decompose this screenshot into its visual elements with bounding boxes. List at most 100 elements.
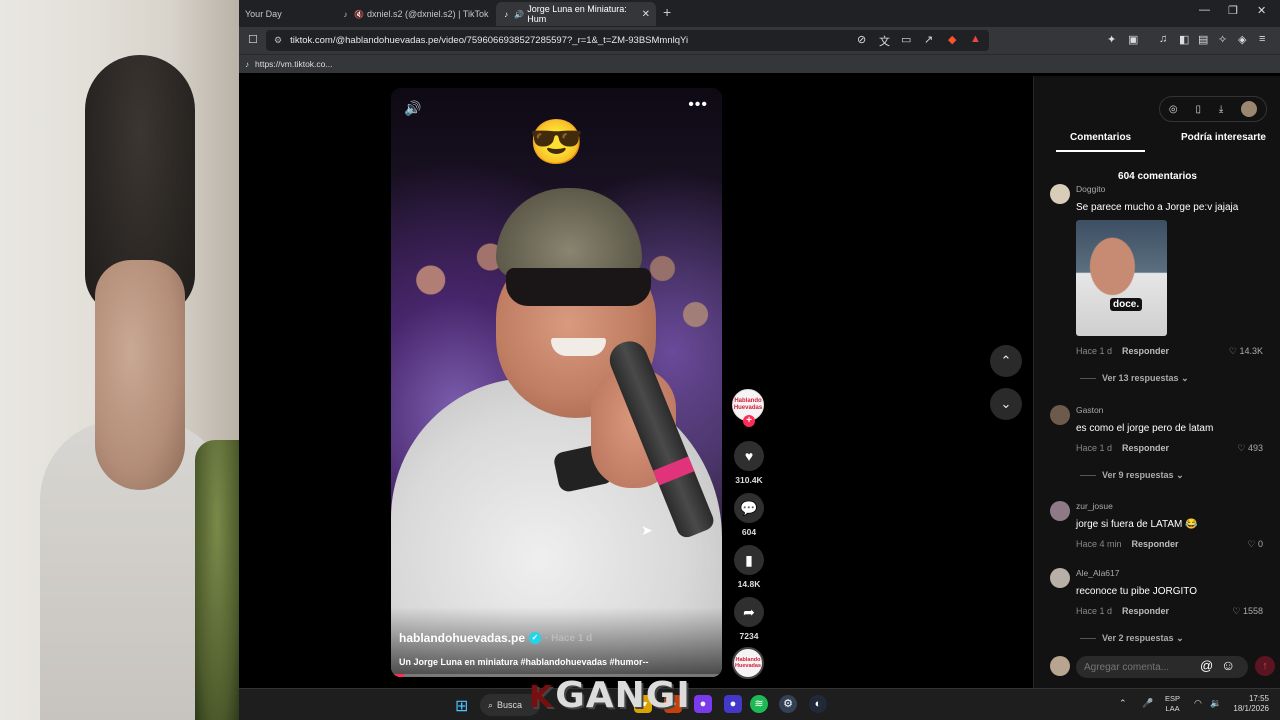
menu-icon[interactable]: ≡ xyxy=(1259,33,1265,45)
more-options-icon[interactable]: ••• xyxy=(688,96,708,114)
reply-button[interactable]: Responder xyxy=(1122,346,1169,356)
avatar[interactable] xyxy=(1050,184,1070,204)
translate-icon[interactable]: 文 xyxy=(879,33,890,49)
cast-icon[interactable]: ▭ xyxy=(901,33,911,46)
comment-user[interactable]: Ale_Ala617 xyxy=(1076,568,1119,578)
share-icon[interactable]: ↗ xyxy=(924,33,933,46)
comment-icon[interactable]: 💬 xyxy=(734,493,764,523)
lang-bottom: LAA xyxy=(1165,704,1180,713)
new-tab-button[interactable]: + xyxy=(663,4,671,20)
comment-user[interactable]: Doggito xyxy=(1076,184,1105,194)
lang-top: ESP xyxy=(1165,694,1181,703)
maximize-icon[interactable]: ❐ xyxy=(1228,4,1238,17)
panel-toolbar: ◎ ▯ ⤓ xyxy=(1159,96,1267,122)
music-disc-text: Hablando Huevadas xyxy=(735,657,761,669)
site-settings-icon[interactable]: ⚙ xyxy=(274,35,282,46)
avatar[interactable] xyxy=(1050,568,1070,588)
video-description[interactable]: Un Jorge Luna en miniatura #hablandohuev… xyxy=(399,657,649,667)
bookmark-link[interactable]: https://vm.tiktok.co... xyxy=(255,59,332,69)
view-replies-button[interactable]: Ver 9 respuestas ⌄ xyxy=(1080,470,1184,481)
next-video-button[interactable]: ⌄ xyxy=(990,388,1022,420)
share-arrow-icon[interactable]: ➦ xyxy=(734,597,764,627)
mute-icon[interactable]: 🔇 xyxy=(354,10,364,19)
tab-label: dxniel.s2 (@dxniel.s2) | TikTok xyxy=(367,9,489,19)
heart-icon[interactable]: ♥ xyxy=(734,441,764,471)
send-button[interactable]: ↑ xyxy=(1255,656,1275,676)
like-action[interactable]: ♥ 310.4K xyxy=(732,441,766,485)
app-icon[interactable]: ● xyxy=(724,695,742,713)
share-count: 7234 xyxy=(739,631,759,641)
bookmark-icon[interactable]: ☐ xyxy=(248,33,258,46)
comment-action[interactable]: 💬 604 xyxy=(732,493,766,537)
reply-button[interactable]: Responder xyxy=(1122,443,1169,453)
save-action[interactable]: ▮ 14.8K xyxy=(732,545,766,589)
app-icon[interactable]: ◐ xyxy=(809,695,827,713)
brave-rewards-icon[interactable]: ▲ xyxy=(970,33,981,45)
leo-ai-icon[interactable]: ✧ xyxy=(1218,33,1227,46)
reply-button[interactable]: Responder xyxy=(1132,539,1179,549)
minimize-icon[interactable]: — xyxy=(1199,4,1210,16)
vpn-icon[interactable]: ◈ xyxy=(1238,33,1246,46)
volume-icon[interactable]: 🔊 xyxy=(404,100,421,117)
media-icon[interactable]: ♫ xyxy=(1159,33,1167,45)
microphone-icon[interactable]: 🎤 xyxy=(1142,698,1153,709)
follow-plus-icon[interactable]: + xyxy=(743,415,755,427)
tab-your-day[interactable]: Your Day xyxy=(239,2,334,26)
comment-text: jorge si fuera de LATAM 😂 xyxy=(1076,519,1198,530)
spotify-icon[interactable]: ≋ xyxy=(750,695,768,713)
bookmark-save-icon[interactable]: ▮ xyxy=(734,545,764,575)
speaker-icon[interactable]: 🔊 xyxy=(514,10,524,19)
volume-tray-icon[interactable]: 🔉 xyxy=(1210,698,1221,709)
phone-icon[interactable]: ▯ xyxy=(1195,104,1201,115)
wallet-icon[interactable]: ▤ xyxy=(1198,33,1208,46)
view-replies-button[interactable]: Ver 13 respuestas ⌄ xyxy=(1080,373,1189,384)
sidebar-icon[interactable]: ◧ xyxy=(1179,33,1189,46)
comment-like[interactable]: ♡ 14.3K xyxy=(1229,346,1263,357)
window-close-icon[interactable]: ✕ xyxy=(1257,4,1266,17)
tab-podria-interesarte[interactable]: Podría interesarte xyxy=(1181,132,1266,152)
comments-panel: ◎ ▯ ⤓ Comentarios Podría interesarte 604… xyxy=(1033,76,1280,688)
language-indicator[interactable]: ESP LAA xyxy=(1165,694,1180,714)
author-name[interactable]: hablandohuevadas.pe xyxy=(399,631,525,645)
tab-jorge-luna[interactable]: ♪ 🔊 Jorge Luna en Miniatura: Hum ✕ xyxy=(496,2,656,26)
mention-icon[interactable]: @ xyxy=(1200,658,1213,673)
profile-avatar[interactable] xyxy=(1241,101,1258,117)
music-disc-icon[interactable]: Hablando Huevadas xyxy=(732,647,764,679)
screenshot-icon[interactable]: ▣ xyxy=(1128,33,1138,46)
search-icon: ⌕ xyxy=(488,699,494,710)
close-icon[interactable]: ✕ xyxy=(642,9,650,20)
reply-button[interactable]: Responder xyxy=(1122,606,1169,616)
no-tracking-icon[interactable]: ⊘ xyxy=(857,33,866,46)
previous-video-button[interactable]: ⌃ xyxy=(990,345,1022,377)
tab-dxniel[interactable]: ♪ 🔇 dxniel.s2 (@dxniel.s2) | TikTok xyxy=(335,2,495,26)
download-icon[interactable]: ⤓ xyxy=(1219,104,1223,115)
search-label: Busca xyxy=(497,700,523,710)
app-icon[interactable]: ● xyxy=(694,695,712,713)
comment-image[interactable]: doce. xyxy=(1076,220,1167,336)
video-player[interactable]: 😎 🔊 ••• hablandohuevadas.pe ✓ · Hace 1 d… xyxy=(391,88,722,677)
brave-shield-icon[interactable]: ◆ xyxy=(948,33,956,46)
tab-comentarios[interactable]: Comentarios xyxy=(1056,132,1146,152)
comment-user[interactable]: zur_josue xyxy=(1076,501,1113,511)
view-replies-button[interactable]: Ver 2 respuestas ⌄ xyxy=(1080,633,1184,644)
extensions-icon[interactable]: ✦ xyxy=(1107,33,1116,46)
url-text: tiktok.com/@hablandohuevadas.pe/video/75… xyxy=(290,35,689,46)
comment-like[interactable]: ♡ 0 xyxy=(1247,539,1263,550)
settings-gear-icon[interactable]: ⚙ xyxy=(779,695,797,713)
compass-icon[interactable]: ◎ xyxy=(1169,104,1178,115)
tab-label: Your Day xyxy=(245,9,282,19)
windows-start-icon[interactable]: ⊞ xyxy=(455,696,468,716)
heart-outline-icon: ♡ xyxy=(1237,443,1246,453)
avatar[interactable] xyxy=(1050,501,1070,521)
comment-text: Se parece mucho a Jorge pe:v jajaja xyxy=(1076,202,1239,213)
comment-like[interactable]: ♡ 493 xyxy=(1237,443,1263,454)
creator-avatar[interactable]: Hablando Huevadas + xyxy=(732,389,764,427)
wifi-icon[interactable]: ◠ xyxy=(1194,698,1202,709)
avatar[interactable] xyxy=(1050,405,1070,425)
comment-user[interactable]: Gaston xyxy=(1076,405,1103,415)
chevron-up-icon[interactable]: ⌃ xyxy=(1119,698,1127,709)
share-action[interactable]: ➦ 7234 xyxy=(732,597,766,641)
clock[interactable]: 17:55 18/1/2026 xyxy=(1227,694,1269,714)
comment-like[interactable]: ♡ 1558 xyxy=(1232,606,1263,617)
emoji-icon[interactable]: ☺ xyxy=(1221,657,1235,673)
